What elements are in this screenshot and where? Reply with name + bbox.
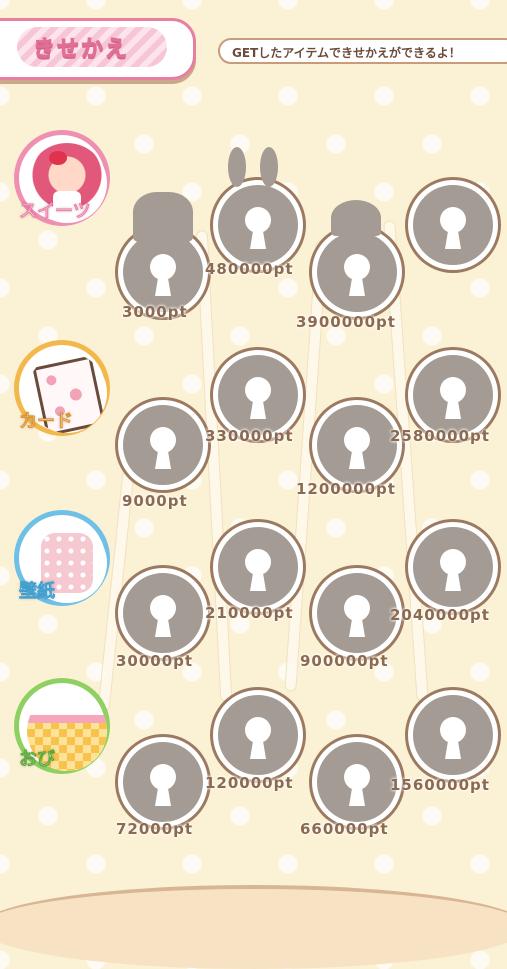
item-price: 1200000pt: [296, 480, 396, 498]
category-sweets-button[interactable]: スイーツ: [14, 130, 110, 226]
item-price: 210000pt: [205, 604, 294, 622]
item-price: 660000pt: [300, 820, 389, 838]
locked-item-slot[interactable]: [408, 522, 498, 612]
item-price: 1560000pt: [390, 776, 490, 794]
item-price: 480000pt: [205, 260, 294, 278]
bottom-panel-edge: [0, 885, 507, 969]
locked-item-slot[interactable]: [213, 147, 303, 270]
item-price: 900000pt: [300, 652, 389, 670]
category-wallpaper-button[interactable]: 壁紙: [14, 510, 110, 606]
locked-item-slot[interactable]: [312, 200, 402, 317]
locked-item-slot[interactable]: [118, 400, 208, 490]
item-price: 9000pt: [122, 492, 188, 510]
hint-banner: GETしたアイテムできせかえができるよ！: [218, 38, 507, 64]
title-tab: きせかえ: [0, 18, 196, 80]
locked-item-slot[interactable]: [213, 690, 303, 780]
category-obi-button[interactable]: おび: [14, 678, 110, 774]
category-card-button[interactable]: カード: [14, 340, 110, 436]
category-label-sweets: スイーツ: [19, 201, 91, 223]
item-price: 120000pt: [205, 774, 294, 792]
item-price: 30000pt: [116, 652, 194, 670]
item-price: 3900000pt: [296, 313, 396, 331]
locked-item-slot[interactable]: [312, 737, 402, 827]
item-price: 2040000pt: [390, 606, 490, 624]
locked-item-slot[interactable]: [312, 400, 402, 490]
locked-item-slot[interactable]: [118, 568, 208, 658]
item-price: 330000pt: [205, 427, 294, 445]
item-price: 2580000pt: [390, 427, 490, 445]
locked-item-slot[interactable]: [118, 737, 208, 827]
category-label-obi: おび: [19, 749, 56, 771]
category-label-card: カード: [19, 411, 74, 433]
locked-item-slot[interactable]: [213, 522, 303, 612]
locked-item-slot[interactable]: [312, 568, 402, 658]
category-label-wallpaper: 壁紙: [19, 581, 56, 603]
locked-item-slot[interactable]: [408, 180, 498, 270]
locked-item-slot[interactable]: [408, 690, 498, 780]
item-price: 72000pt: [116, 820, 194, 838]
item-price: 3000pt: [122, 303, 188, 321]
page-title: きせかえ: [32, 37, 130, 63]
